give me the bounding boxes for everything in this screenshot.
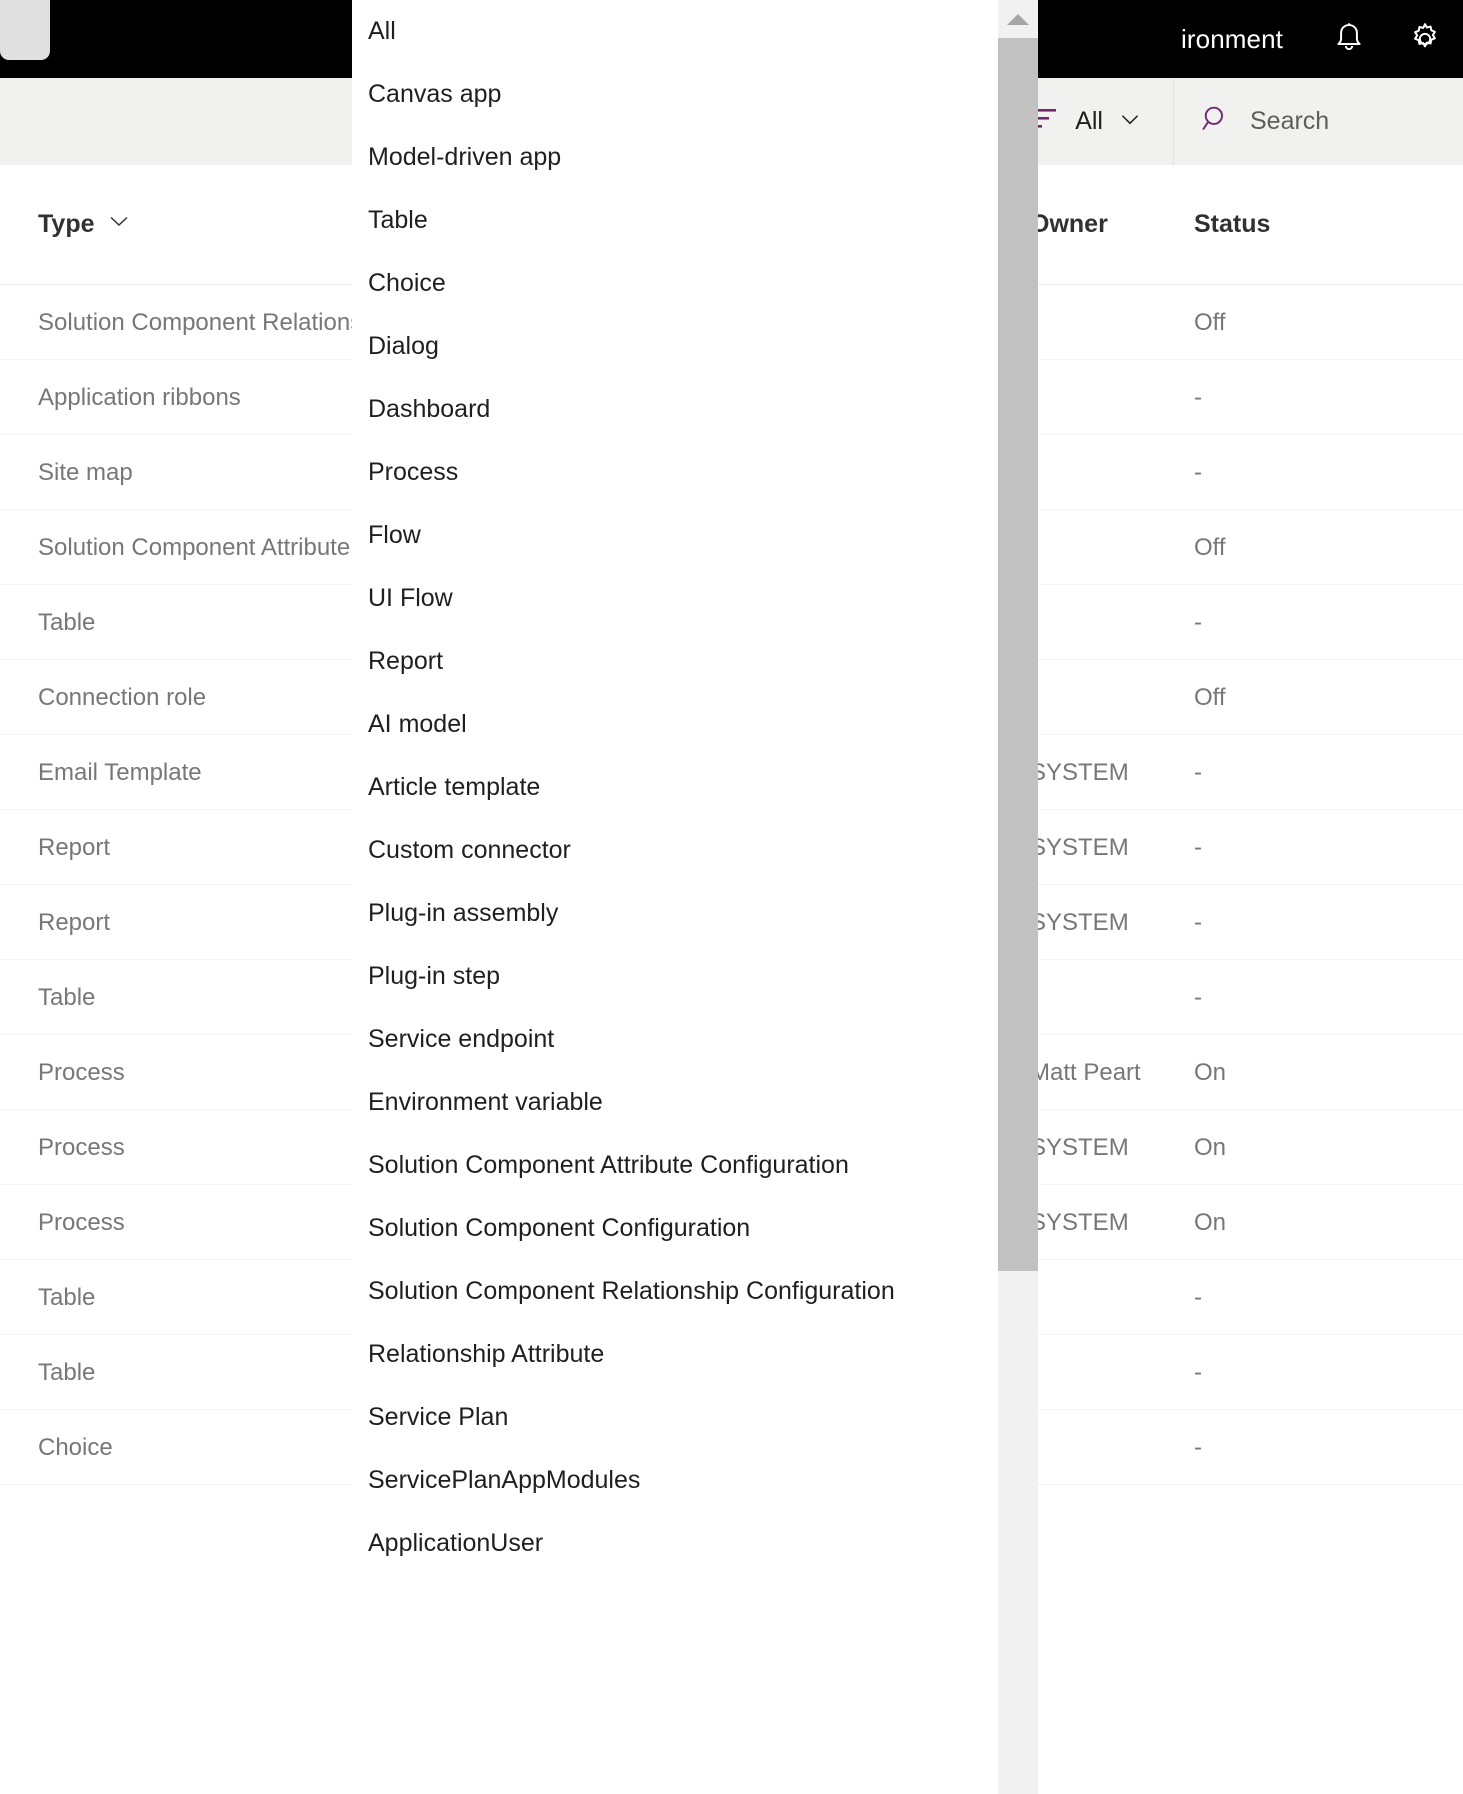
cell-owner: SYSTEM: [1030, 1110, 1190, 1185]
type-filter-option[interactable]: UI Flow: [352, 567, 998, 630]
type-filter-option[interactable]: AI model: [352, 693, 998, 756]
column-header-owner-label: Owner: [1030, 210, 1108, 239]
type-filter-option[interactable]: Environment variable: [352, 1071, 998, 1134]
cell-status: Off: [1194, 510, 1394, 585]
type-filter-flyout: AllCanvas appModel-driven appTableChoice…: [352, 0, 1038, 1794]
type-filter-option[interactable]: Report: [352, 630, 998, 693]
type-filter-option[interactable]: Dialog: [352, 315, 998, 378]
cell-status: On: [1194, 1110, 1394, 1185]
flyout-scrollbar[interactable]: [998, 0, 1038, 1794]
type-filter-option[interactable]: Solution Component Attribute Configurati…: [352, 1134, 998, 1197]
cell-status: -: [1194, 885, 1394, 960]
environment-name-label: ironment: [1181, 24, 1311, 55]
cell-status: -: [1194, 585, 1394, 660]
type-filter-option[interactable]: Relationship Attribute: [352, 1323, 998, 1386]
chevron-down-icon: [107, 209, 131, 240]
cell-status: -: [1194, 810, 1394, 885]
cell-status: -: [1194, 1410, 1394, 1485]
cell-status: -: [1194, 1260, 1394, 1335]
bell-icon: [1330, 20, 1368, 58]
column-header-owner[interactable]: Owner: [1030, 210, 1190, 239]
search-input[interactable]: Search: [1173, 78, 1463, 165]
cell-owner: -: [1030, 585, 1190, 660]
cell-status: On: [1194, 1035, 1394, 1110]
type-filter-option[interactable]: Plug-in assembly: [352, 882, 998, 945]
type-filter-option[interactable]: Dashboard: [352, 378, 998, 441]
view-filter-label: All: [1075, 107, 1103, 136]
type-filter-option[interactable]: All: [352, 0, 998, 63]
cell-status: -: [1194, 735, 1394, 810]
column-header-status-label: Status: [1194, 210, 1270, 239]
cell-owner: SYSTEM: [1030, 810, 1190, 885]
cell-owner: -: [1030, 360, 1190, 435]
cell-owner: -: [1030, 1410, 1190, 1485]
cell-status: -: [1194, 1335, 1394, 1410]
type-filter-option-list: AllCanvas appModel-driven appTableChoice…: [352, 0, 998, 1575]
search-icon: [1200, 103, 1232, 140]
cell-owner: -: [1030, 1335, 1190, 1410]
search-placeholder-text: Search: [1250, 107, 1329, 136]
cell-owner: -: [1030, 510, 1190, 585]
caret-up-icon: [1007, 14, 1029, 25]
column-header-status[interactable]: Status: [1194, 210, 1394, 239]
cell-owner: SYSTEM: [1030, 885, 1190, 960]
type-filter-option[interactable]: Canvas app: [352, 63, 998, 126]
type-filter-option[interactable]: Table: [352, 189, 998, 252]
type-filter-option[interactable]: ServicePlanAppModules: [352, 1449, 998, 1512]
cell-owner: -: [1030, 285, 1190, 360]
column-header-type-label: Type: [38, 210, 95, 239]
app-window: Type Owner Status Solution Component Rel…: [0, 0, 1463, 1794]
cell-status: -: [1194, 360, 1394, 435]
type-filter-option[interactable]: ApplicationUser: [352, 1512, 998, 1575]
cell-owner: Matt Peart: [1030, 1035, 1190, 1110]
gear-icon: [1405, 19, 1445, 59]
type-filter-option[interactable]: Service Plan: [352, 1386, 998, 1449]
cell-owner: SYSTEM: [1030, 1185, 1190, 1260]
command-bar-right-group: All Search: [1003, 78, 1463, 165]
type-filter-option[interactable]: Solution Component Configuration: [352, 1197, 998, 1260]
type-filter-option[interactable]: Flow: [352, 504, 998, 567]
type-filter-option[interactable]: Plug-in step: [352, 945, 998, 1008]
app-header-right-group: ironment: [1181, 0, 1463, 78]
scroll-up-button[interactable]: [998, 0, 1038, 38]
browser-tab-stub[interactable]: [0, 0, 50, 60]
cell-owner: -: [1030, 660, 1190, 735]
scrollbar-thumb[interactable]: [998, 38, 1038, 1271]
chevron-down-icon: [1117, 106, 1143, 137]
cell-owner: -: [1030, 435, 1190, 510]
type-filter-option[interactable]: Process: [352, 441, 998, 504]
cell-owner: -: [1030, 1260, 1190, 1335]
cell-status: -: [1194, 435, 1394, 510]
cell-status: Off: [1194, 285, 1394, 360]
cell-status: Off: [1194, 660, 1394, 735]
type-filter-option[interactable]: Model-driven app: [352, 126, 998, 189]
cell-owner: SYSTEM: [1030, 735, 1190, 810]
cell-status: -: [1194, 960, 1394, 1035]
cell-owner: -: [1030, 960, 1190, 1035]
type-filter-option[interactable]: Choice: [352, 252, 998, 315]
cell-status: On: [1194, 1185, 1394, 1260]
notifications-button[interactable]: [1311, 0, 1387, 78]
settings-button[interactable]: [1387, 0, 1463, 78]
type-filter-option[interactable]: Custom connector: [352, 819, 998, 882]
type-filter-option[interactable]: Service endpoint: [352, 1008, 998, 1071]
type-filter-option[interactable]: Solution Component Relationship Configur…: [352, 1260, 998, 1323]
type-filter-option[interactable]: Article template: [352, 756, 998, 819]
